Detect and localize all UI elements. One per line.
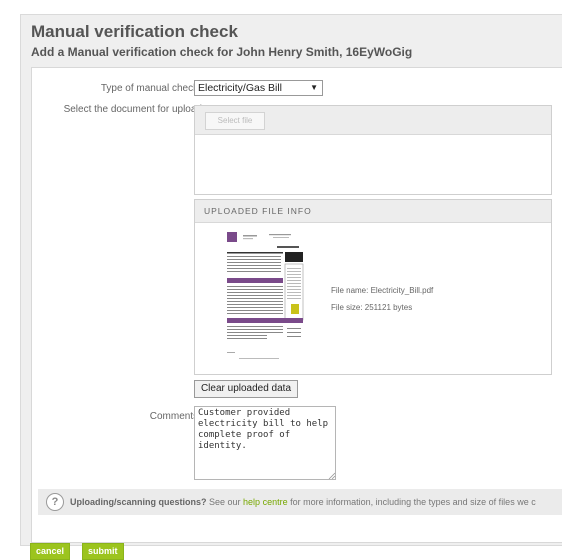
help-text: Uploading/scanning questions? See our he… [70, 489, 536, 515]
comments-field[interactable]: Customer provided electricity bill to he… [194, 406, 336, 480]
upload-dropzone[interactable]: Select file [194, 105, 552, 195]
file-size: File size: 251121 bytes [331, 303, 413, 312]
question-circle-icon: ? [46, 493, 64, 511]
help-bar: ? Uploading/scanning questions? See our … [38, 489, 562, 515]
page-title: Manual verification check [31, 22, 238, 41]
document-label: Select the document for upload [63, 104, 202, 115]
uploaded-file-info: UPLOADED FILE INFO File name: Electricit… [194, 199, 552, 375]
form-panel: Type of manual check* Electricity/Gas Bi… [31, 67, 562, 543]
upload-toolbar: Select file [195, 106, 551, 135]
type-label: Type of manual check* [100, 83, 202, 94]
submit-button[interactable]: submit [82, 543, 124, 560]
help-centre-link[interactable]: help centre [243, 497, 288, 507]
file-name: File name: Electricity_Bill.pdf [331, 286, 434, 295]
uploaded-file-info-heading: UPLOADED FILE INFO [195, 200, 551, 223]
help-question: Uploading/scanning questions? [70, 497, 207, 507]
help-text-after: for more information, including the type… [287, 497, 536, 507]
page-subtitle: Add a Manual verification check for John… [31, 45, 413, 59]
document-thumbnail [221, 228, 311, 364]
type-select[interactable]: Electricity/Gas Bill ▼ [194, 80, 323, 96]
type-select-value: Electricity/Gas Bill [198, 82, 283, 94]
cancel-button[interactable]: cancel [30, 543, 71, 560]
chevron-down-icon: ▼ [310, 83, 318, 92]
verification-card: Manual verification check Add a Manual v… [20, 14, 562, 546]
clear-uploaded-data-button[interactable]: Clear uploaded data [194, 380, 298, 398]
select-file-button[interactable]: Select file [205, 112, 265, 130]
help-text-before: See our [206, 497, 244, 507]
